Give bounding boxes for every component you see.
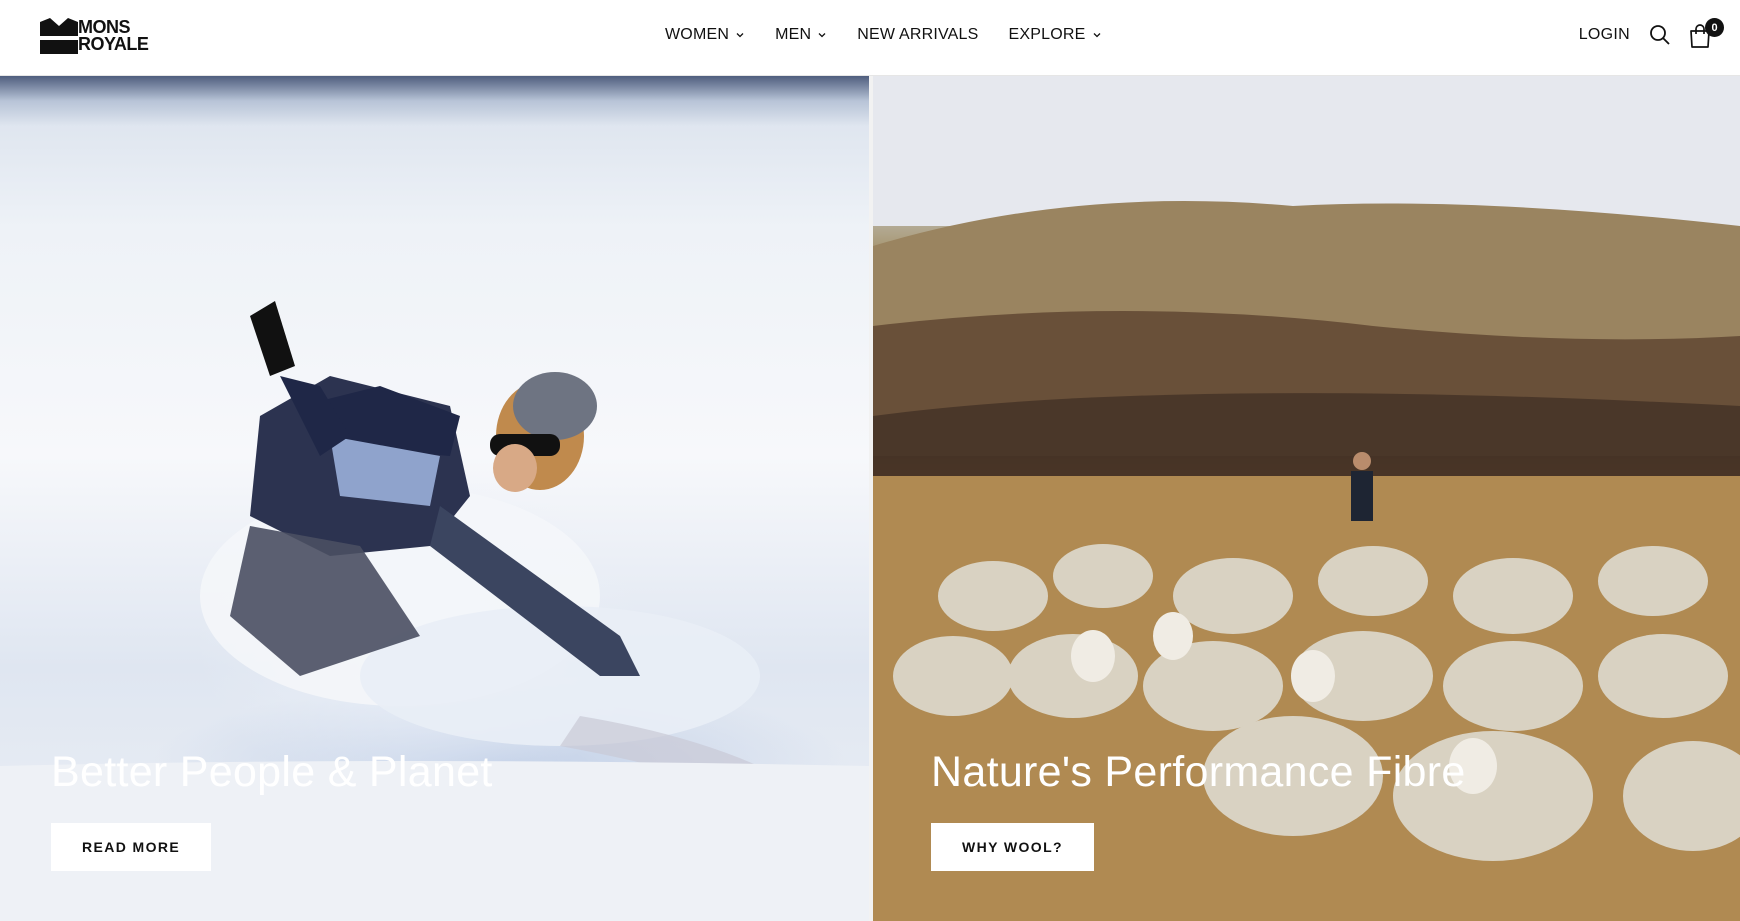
search-icon bbox=[1650, 25, 1670, 45]
hero-heading: Nature's Performance Fibre bbox=[931, 748, 1466, 796]
login-link[interactable]: LOGIN bbox=[1579, 26, 1630, 44]
why-wool-button[interactable]: WHY WOOL? bbox=[931, 823, 1094, 871]
hero-caption: Nature's Performance Fibre WHY WOOL? bbox=[931, 748, 1466, 871]
nav-item-label: WOMEN bbox=[665, 26, 730, 43]
brand-mark-icon bbox=[40, 18, 78, 54]
chevron-down-icon bbox=[736, 33, 744, 38]
brand-line-2: ROYALE bbox=[78, 34, 149, 54]
nav-item-men[interactable]: MEN bbox=[775, 26, 827, 44]
brand-logo[interactable]: MONS ROYALE bbox=[40, 18, 170, 54]
cart-count-badge: 0 bbox=[1705, 18, 1724, 37]
hero-panels: Better People & Planet READ MORE Nature'… bbox=[0, 76, 1740, 921]
nav-item-label: EXPLORE bbox=[1008, 26, 1086, 43]
nav-item-women[interactable]: WOMEN bbox=[665, 26, 745, 44]
chevron-down-icon bbox=[818, 33, 826, 38]
cart-button[interactable]: 0 bbox=[1688, 18, 1724, 49]
brand-wordmark: MONS ROYALE bbox=[78, 18, 149, 54]
read-more-button[interactable]: READ MORE bbox=[51, 823, 212, 871]
hero-caption: Better People & Planet READ MORE bbox=[51, 748, 493, 871]
hero-heading: Better People & Planet bbox=[51, 748, 493, 796]
nav-item-label: MEN bbox=[775, 26, 812, 43]
nav-item-new-arrivals[interactable]: NEW ARRIVALS bbox=[857, 26, 978, 44]
chevron-down-icon bbox=[1093, 33, 1100, 38]
utility-nav: LOGIN 0 bbox=[1579, 18, 1724, 52]
search-button[interactable] bbox=[1648, 23, 1672, 47]
hero-panel-wool[interactable]: Nature's Performance Fibre WHY WOOL? bbox=[873, 76, 1740, 921]
hero-panel-snow[interactable]: Better People & Planet READ MORE bbox=[0, 76, 869, 921]
site-header: MONS ROYALE WOMEN MEN NEW ARRIVALS EXPLO… bbox=[0, 0, 1740, 76]
nav-item-label: NEW ARRIVALS bbox=[857, 26, 979, 43]
nav-item-explore[interactable]: EXPLORE bbox=[1009, 26, 1102, 44]
main-nav: WOMEN MEN NEW ARRIVALS EXPLORE bbox=[665, 22, 1102, 48]
